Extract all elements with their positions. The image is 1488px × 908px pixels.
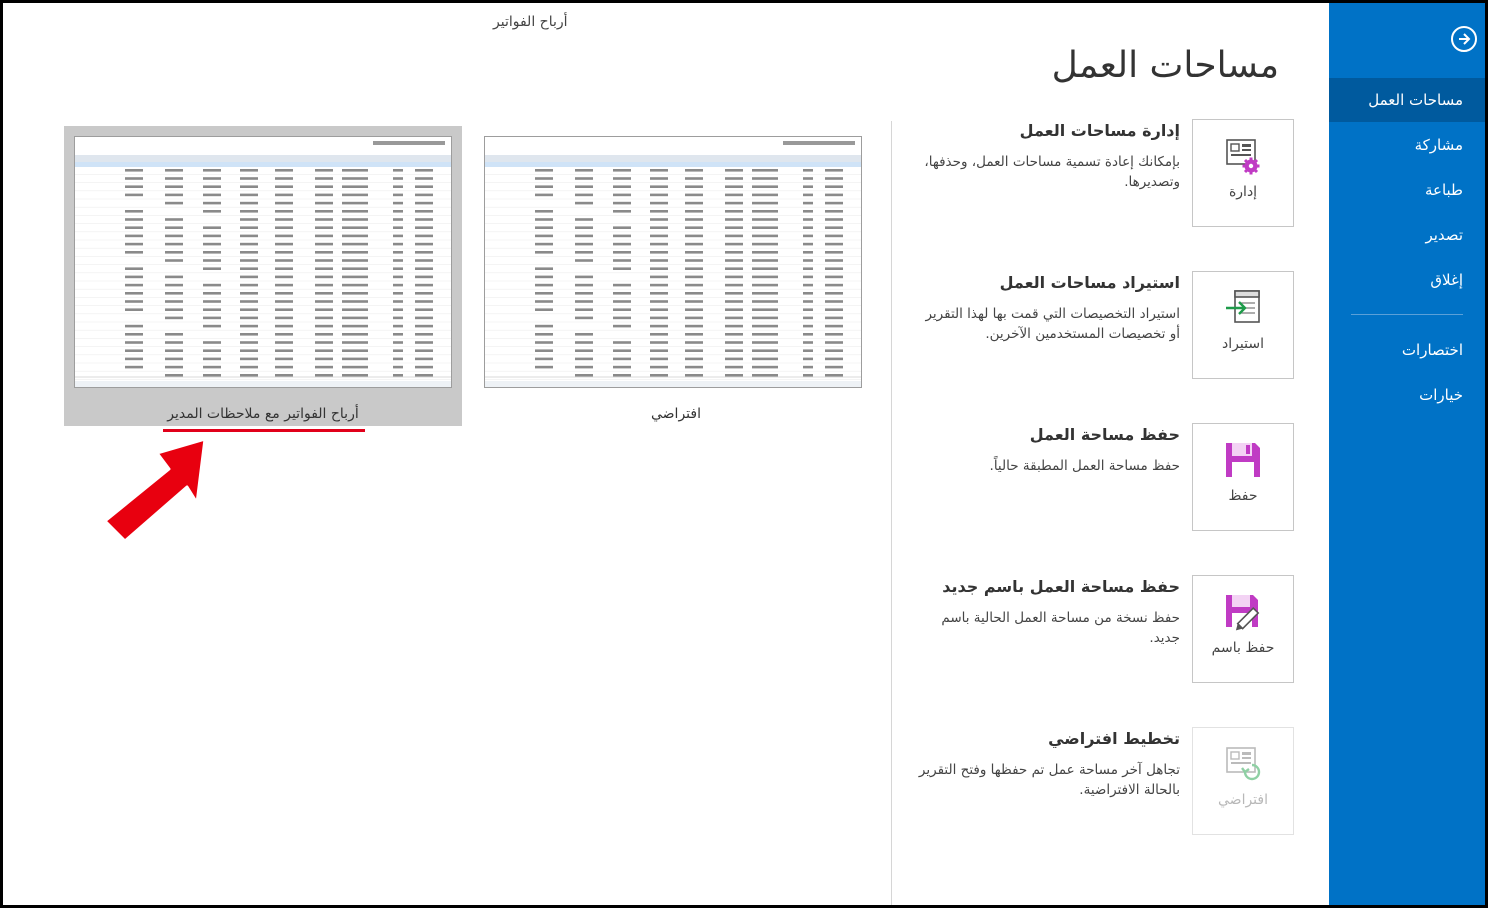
save-as-workspace-command: حفظ باسم حفظ مساحة العمل باسم جديد حفظ ن… [894,575,1294,685]
manage-layout-gear-icon [1223,136,1263,176]
nav-item-print[interactable]: طباعة [1329,168,1485,212]
import-arrow-icon [1223,288,1263,328]
default-layout-description-block: تخطيط افتراضي تجاهل آخر مساحة عمل تم حفظ… [918,727,1180,800]
document-title: أرباح الفواتير [493,14,568,30]
workspace-caption-manager-notes: أرباح الفواتير مع ملاحظات المدير [167,406,359,422]
save-as-button-label: حفظ باسم [1211,640,1275,656]
manage-button-label: إدارة [1228,184,1258,200]
back-arrow-icon[interactable] [1451,26,1477,52]
nav-item-export[interactable]: تصدير [1329,213,1485,257]
import-button-label: استيراد [1222,336,1264,352]
save-workspace-command: حفظ حفظ مساحة العمل حفظ مساحة العمل المط… [894,423,1294,533]
save-button[interactable]: حفظ [1192,423,1294,531]
import-button[interactable]: استيراد [1192,271,1294,379]
workspace-card-manager-notes[interactable]: أرباح الفواتير مع ملاحظات المدير [64,126,462,426]
annotation-arrow-icon [103,437,207,543]
nav-separator [1351,314,1463,315]
section-divider [891,121,892,905]
save-as-button[interactable]: حفظ باسم [1192,575,1294,683]
save-as-description-block: حفظ مساحة العمل باسم جديد حفظ نسخة من مس… [918,575,1180,648]
save-as-pencil-icon [1223,592,1263,632]
page-title: مساحات العمل [1051,45,1279,86]
nav-item-options[interactable]: خيارات [1329,373,1485,417]
manage-description-block: إدارة مساحات العمل بإمكانك إعادة تسمية م… [918,119,1180,192]
import-workspaces-command: استيراد استيراد مساحات العمل استيراد الت… [894,271,1294,381]
workspace-thumbnail-manager-notes [74,136,452,388]
default-layout-description: تجاهل آخر مساحة عمل تم حفظها وفتح التقري… [918,762,1180,798]
default-layout-command: افتراضي تخطيط افتراضي تجاهل آخر مساحة عم… [894,727,1294,837]
backstage-window: مساحات العمل أرباح الفواتير إدارة إدارة … [3,3,1485,905]
manage-description: بإمكانك إعادة تسمية مساحات العمل، وحذفها… [924,154,1180,190]
annotation-underline [163,429,365,432]
save-button-label: حفظ [1228,488,1258,504]
save-disk-icon [1223,440,1263,480]
save-as-description: حفظ نسخة من مساحة العمل الحالية باسم جدي… [941,610,1180,646]
import-description-block: استيراد مساحات العمل استيراد التخصيصات ا… [918,271,1180,344]
save-description: حفظ مساحة العمل المطبقة حالياً. [989,458,1180,474]
workspace-thumbnail-default [484,136,862,388]
workspaces-page: مساحات العمل أرباح الفواتير إدارة إدارة … [3,3,1329,905]
import-heading: استيراد مساحات العمل [999,273,1180,292]
nav-item-shortcuts[interactable]: اختصارات [1329,328,1485,372]
save-heading: حفظ مساحة العمل [1029,425,1180,444]
default-layout-heading: تخطيط افتراضي [1048,729,1180,748]
default-layout-button[interactable]: افتراضي [1192,727,1294,835]
workspace-card-default[interactable]: افتراضي [477,126,875,426]
manage-heading: إدارة مساحات العمل [1019,121,1180,140]
nav-item-workspaces[interactable]: مساحات العمل [1329,78,1485,122]
nav-item-close[interactable]: إغلاق [1329,258,1485,302]
save-description-block: حفظ مساحة العمل حفظ مساحة العمل المطبقة … [918,423,1180,476]
manage-button[interactable]: إدارة [1192,119,1294,227]
default-layout-reset-icon [1223,744,1263,784]
backstage-nav: مساحات العمل مشاركة طباعة تصدير إغلاق اخ… [1329,3,1485,905]
save-as-heading: حفظ مساحة العمل باسم جديد [942,577,1180,596]
workspace-caption-default: افتراضي [651,406,701,422]
nav-item-share[interactable]: مشاركة [1329,123,1485,167]
import-description: استيراد التخصيصات التي قمت بها لهذا التق… [925,306,1180,342]
manage-workspaces-command: إدارة إدارة مساحات العمل بإمكانك إعادة ت… [894,119,1294,229]
default-layout-button-label: افتراضي [1218,792,1268,808]
